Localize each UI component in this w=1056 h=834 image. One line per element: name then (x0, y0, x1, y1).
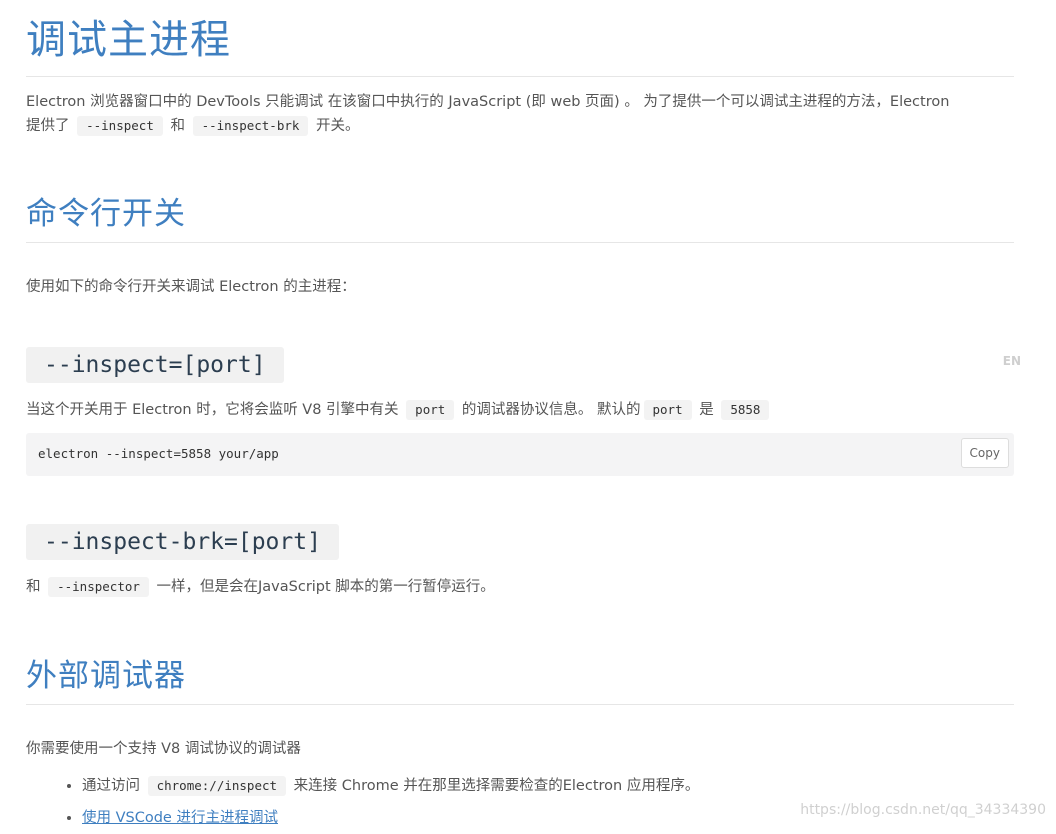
section-cli-description: 使用如下的命令行开关来调试 Electron 的主进程： (26, 279, 356, 295)
flag-inspect-brk-description: 和 --inspector 一样，但是会在JavaScript 脚本的第一行暂停… (26, 575, 495, 599)
watermark: https://blog.csdn.net/qq_34334390 (800, 802, 1046, 818)
flag-inspect-heading: --inspect=[port] (26, 347, 284, 383)
external-debugger-list: 通过访问 chrome://inspect 来连接 Chrome 并在那里选择需… (26, 770, 699, 834)
list-item: 通过访问 chrome://inspect 来连接 Chrome 并在那里选择需… (82, 770, 699, 802)
inline-code-port: port (406, 400, 455, 420)
flag-inspect-brk-desc-suffix: 一样，但是会在JavaScript 脚本的第一行暂停运行。 (156, 579, 495, 595)
intro-line-2-mid: 和 (170, 118, 185, 134)
section-heading-external: 外部调试器 (26, 658, 186, 694)
inline-code-inspect-brk: --inspect-brk (192, 116, 309, 136)
flag-inspect-heading-text: --inspect=[port] (26, 347, 284, 383)
section-cli-divider (26, 242, 1014, 243)
copy-button[interactable]: Copy (960, 438, 1009, 468)
code-block: electron --inspect=5858 your/app Copy (26, 433, 1014, 476)
inline-code-inspect: --inspect (77, 116, 163, 136)
code-block-content: electron --inspect=5858 your/app (38, 446, 279, 461)
page-title: 调试主进程 (26, 17, 231, 63)
flag-inspect-desc-prefix: 当这个开关用于 Electron 时，它将会监听 V8 引擎中有关 (26, 402, 399, 418)
intro-line-2-prefix: 提供了 (26, 118, 70, 134)
list-item-prefix: 通过访问 (82, 778, 140, 794)
inline-code-inspector: --inspector (48, 577, 149, 597)
list-item: 使用 VSCode 进行主进程调试 (82, 802, 699, 834)
inline-code-chrome-inspect: chrome://inspect (147, 776, 287, 796)
flag-inspect-desc-mid1: 的调试器协议信息。 默认的 (461, 402, 641, 418)
inline-code-port-2: port (643, 400, 692, 420)
flag-inspect-desc-mid2: 是 (699, 402, 714, 418)
intro-paragraph: Electron 浏览器窗口中的 DevTools 只能调试 在该窗口中执行的 … (26, 90, 1014, 138)
flag-inspect-brk-heading-text: --inspect-brk=[port] (26, 524, 339, 560)
section-external-divider (26, 704, 1014, 705)
vscode-debug-link[interactable]: 使用 VSCode 进行主进程调试 (82, 810, 278, 826)
intro-line-1: Electron 浏览器窗口中的 DevTools 只能调试 在该窗口中执行的 … (26, 94, 950, 110)
title-divider (26, 76, 1014, 77)
intro-line-2-suffix: 开关。 (316, 118, 360, 134)
inline-code-default-port: 5858 (721, 400, 770, 420)
list-item-suffix: 来连接 Chrome 并在那里选择需要检查的Electron 应用程序。 (293, 778, 700, 794)
language-toggle-en[interactable]: EN (1003, 354, 1021, 368)
flag-inspect-brk-desc-prefix: 和 (26, 579, 41, 595)
flag-inspect-description: 当这个开关用于 Electron 时，它将会监听 V8 引擎中有关 port 的… (26, 398, 772, 422)
flag-inspect-brk-heading: --inspect-brk=[port] (26, 524, 339, 560)
section-heading-cli: 命令行开关 (26, 196, 186, 232)
section-external-description: 你需要使用一个支持 V8 调试协议的调试器 (26, 741, 301, 757)
